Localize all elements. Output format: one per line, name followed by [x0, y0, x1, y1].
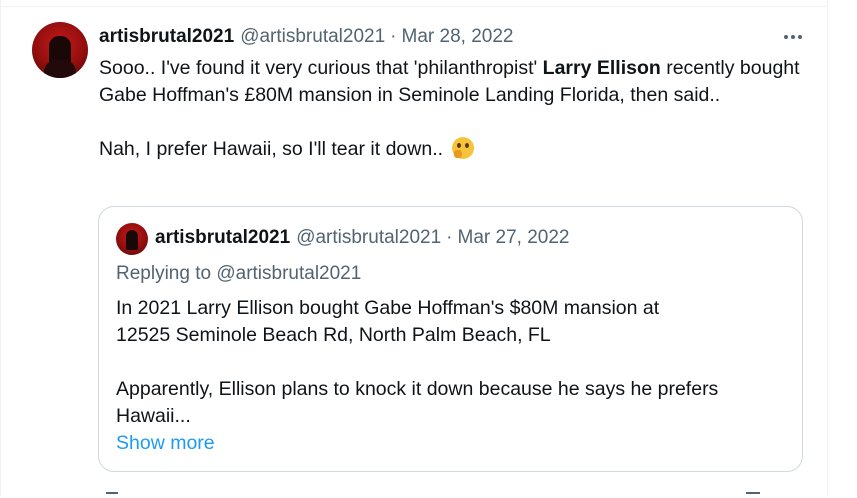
- tweet-divider: [0, 6, 828, 7]
- quoted-tweet-header: artisbrutal2021 @artisbrutal2021 · Mar 2…: [155, 226, 569, 250]
- quoted-author-name: artisbrutal2021: [155, 227, 291, 248]
- quoted-author-handle: @artisbrutal2021: [296, 227, 442, 248]
- author-name[interactable]: artisbrutal2021: [99, 26, 234, 48]
- reply-icon[interactable]: [106, 492, 118, 498]
- separator-dot: ·: [390, 26, 397, 47]
- quoted-text-line: Hawaii...: [116, 405, 191, 427]
- avatar[interactable]: [32, 22, 88, 78]
- quoted-tweet-date: Mar 27, 2022: [457, 227, 570, 248]
- quoted-tweet[interactable]: artisbrutal2021 @artisbrutal2021 · Mar 2…: [98, 206, 803, 472]
- tweet-text-line: Nah, I prefer Hawaii, so I'll tear it do…: [99, 138, 449, 160]
- author-handle[interactable]: @artisbrutal2021: [240, 26, 385, 48]
- quoted-text-line: 12525 Seminole Beach Rd, North Palm Beac…: [116, 324, 551, 346]
- share-icon[interactable]: [746, 492, 760, 498]
- more-options-icon[interactable]: [778, 26, 808, 48]
- separator-dot: ·: [446, 227, 453, 248]
- tweet-text-part: Sooo.. I've found it very curious that '…: [99, 57, 543, 79]
- tweet-text-bold: Larry Ellison: [542, 57, 661, 79]
- timeline-border-left: [0, 0, 1, 496]
- tweet-header: artisbrutal2021 @artisbrutal2021 · Mar 2…: [99, 25, 513, 49]
- thinking-face-icon: [452, 137, 475, 159]
- quoted-text-line: Apparently, Ellison plans to knock it do…: [116, 378, 719, 400]
- tweet-text: Sooo.. I've found it very curious that '…: [99, 55, 809, 163]
- show-more-link[interactable]: Show more: [116, 432, 215, 455]
- quoted-tweet-text: In 2021 Larry Ellison bought Gabe Hoffma…: [116, 295, 796, 430]
- quoted-text-line: In 2021 Larry Ellison bought Gabe Hoffma…: [116, 297, 660, 319]
- quoted-avatar: [116, 223, 148, 255]
- tweet-date[interactable]: Mar 28, 2022: [402, 26, 514, 48]
- replying-to-label: Replying to @artisbrutal2021: [116, 263, 362, 284]
- timeline-border-right: [827, 0, 828, 496]
